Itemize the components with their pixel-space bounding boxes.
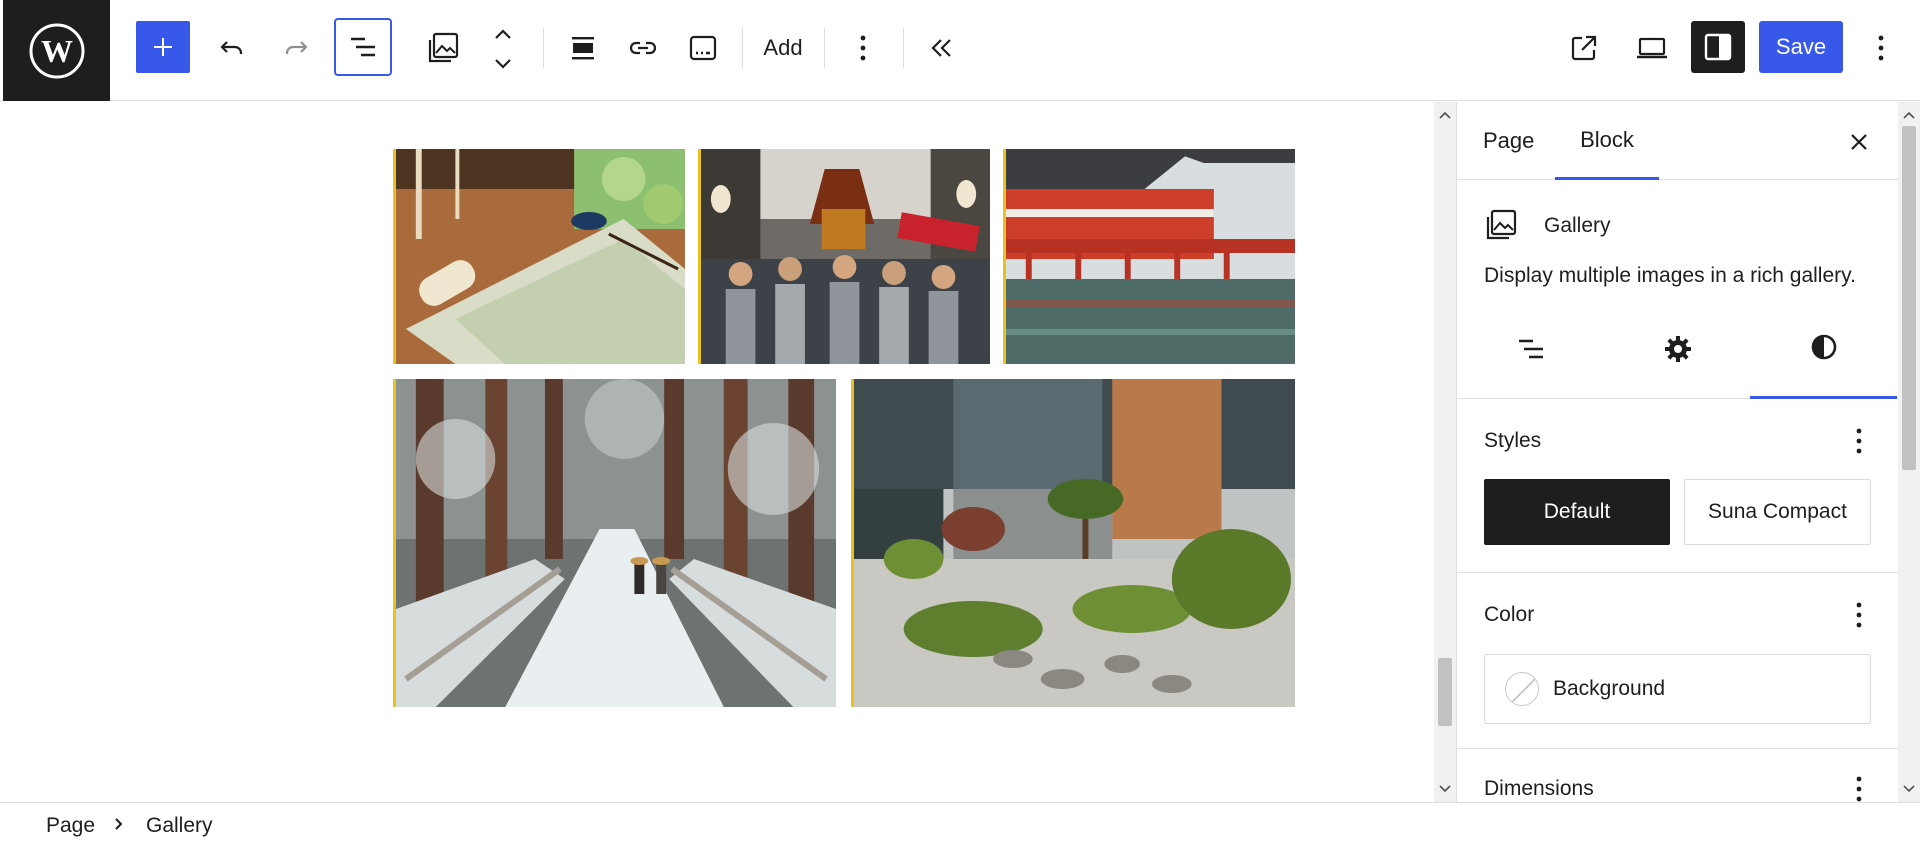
wordpress-logo-icon[interactable]: W bbox=[3, 0, 110, 101]
options-menu-button[interactable] bbox=[1866, 28, 1896, 68]
toolbar-divider bbox=[903, 28, 904, 68]
chevron-right-icon bbox=[112, 816, 126, 837]
undo-button[interactable] bbox=[212, 28, 252, 68]
style-suna-compact-button[interactable]: Suna Compact bbox=[1684, 479, 1871, 545]
tab-block[interactable]: Block bbox=[1555, 102, 1659, 180]
collapse-toolbar-button[interactable] bbox=[922, 28, 962, 68]
add-images-button[interactable]: Add bbox=[752, 30, 814, 66]
canvas-scrollbar[interactable] bbox=[1434, 102, 1456, 802]
redo-icon bbox=[285, 41, 308, 54]
list-view-icon bbox=[351, 37, 375, 57]
styles-panel-title: Styles bbox=[1484, 429, 1542, 452]
breadcrumb: Page Gallery bbox=[0, 802, 1920, 845]
toolbar-divider bbox=[824, 28, 825, 68]
link-icon bbox=[629, 41, 657, 55]
scrollbar-thumb[interactable] bbox=[1438, 658, 1452, 726]
more-vertical-icon bbox=[1856, 602, 1862, 628]
more-vertical-icon bbox=[1878, 35, 1884, 61]
color-options-button[interactable] bbox=[1841, 597, 1877, 633]
document-overview-button[interactable] bbox=[334, 18, 392, 76]
block-card: Gallery Display multiple images in a ric… bbox=[1457, 180, 1898, 298]
desktop-icon bbox=[1637, 37, 1667, 59]
block-title: Gallery bbox=[1544, 214, 1611, 237]
gear-icon bbox=[1664, 335, 1691, 362]
move-block-button[interactable] bbox=[488, 24, 518, 74]
color-panel-title: Color bbox=[1484, 603, 1535, 626]
gallery-icon bbox=[1485, 208, 1519, 247]
settings-sidebar: Page Block Gallery Display multiple imag… bbox=[1456, 102, 1898, 802]
svg-text:W: W bbox=[41, 33, 73, 69]
zen-garden-house-image[interactable] bbox=[851, 379, 1295, 707]
breadcrumb-gallery[interactable]: Gallery bbox=[146, 814, 213, 838]
scroll-up-arrow-icon[interactable] bbox=[1902, 108, 1916, 122]
list-view-icon bbox=[1518, 339, 1543, 358]
styles-options-button[interactable] bbox=[1841, 423, 1877, 459]
view-page-button[interactable] bbox=[1564, 28, 1604, 68]
scroll-down-arrow-icon[interactable] bbox=[1902, 782, 1916, 796]
dimensions-options-button[interactable] bbox=[1841, 771, 1877, 802]
align-wide-icon bbox=[572, 37, 594, 60]
festival-procession-image[interactable] bbox=[698, 149, 990, 364]
block-type-button[interactable] bbox=[422, 26, 466, 70]
color-panel: Color Background bbox=[1457, 573, 1898, 749]
save-button[interactable]: Save bbox=[1759, 21, 1843, 73]
tab-styles[interactable] bbox=[1750, 298, 1897, 399]
close-icon bbox=[1851, 134, 1867, 150]
redo-button[interactable] bbox=[276, 28, 316, 68]
toolbar-divider bbox=[742, 28, 743, 68]
caption-icon bbox=[689, 35, 717, 61]
snowy-forest-path-image[interactable] bbox=[393, 379, 836, 707]
more-vertical-icon bbox=[860, 35, 866, 61]
sidebar-scrollbar[interactable] bbox=[1898, 102, 1920, 802]
tab-settings[interactable] bbox=[1604, 298, 1751, 399]
background-color-button[interactable]: Background bbox=[1484, 654, 1871, 724]
gallery-icon bbox=[428, 32, 459, 63]
close-sidebar-button[interactable] bbox=[1841, 124, 1877, 160]
sidebar-tabs: Page Block bbox=[1457, 102, 1898, 180]
editor-toolbar: W Add Save bbox=[0, 0, 1920, 101]
dimensions-panel-title: Dimensions bbox=[1484, 777, 1594, 800]
breadcrumb-page[interactable]: Page bbox=[46, 814, 95, 838]
external-link-icon bbox=[1571, 35, 1597, 61]
link-button[interactable] bbox=[623, 28, 663, 68]
move-up-down-icon bbox=[495, 29, 511, 69]
more-vertical-icon bbox=[1856, 776, 1862, 802]
scroll-down-arrow-icon[interactable] bbox=[1438, 782, 1452, 796]
contrast-icon bbox=[1811, 334, 1836, 360]
background-label: Background bbox=[1553, 677, 1666, 700]
sidebar-icon bbox=[1704, 33, 1732, 61]
empty-color-swatch-icon bbox=[1505, 672, 1539, 706]
dimensions-panel: Dimensions bbox=[1457, 749, 1898, 802]
red-shrine-pier-image[interactable] bbox=[1003, 149, 1295, 364]
preview-device-button[interactable] bbox=[1631, 28, 1673, 68]
chevron-double-left-icon bbox=[931, 39, 951, 57]
toolbar-divider bbox=[543, 28, 544, 68]
block-options-button[interactable] bbox=[846, 28, 880, 68]
style-default-button[interactable]: Default bbox=[1484, 479, 1670, 545]
scrollbar-thumb[interactable] bbox=[1902, 126, 1916, 470]
tab-page[interactable]: Page bbox=[1483, 102, 1534, 180]
scroll-and-ink-image[interactable] bbox=[393, 149, 685, 364]
block-description: Display multiple images in a rich galler… bbox=[1484, 264, 1856, 287]
scroll-up-arrow-icon[interactable] bbox=[1438, 108, 1452, 122]
settings-sidebar-toggle[interactable] bbox=[1691, 21, 1745, 73]
styles-panel: Styles Default Suna Compact bbox=[1457, 399, 1898, 573]
add-block-button[interactable] bbox=[136, 21, 190, 73]
editor-canvas bbox=[0, 102, 1434, 802]
tab-list-view[interactable] bbox=[1457, 298, 1604, 399]
align-button[interactable] bbox=[563, 28, 603, 68]
block-inspector-tabs bbox=[1457, 298, 1898, 399]
plus-icon bbox=[154, 38, 172, 56]
undo-icon bbox=[220, 41, 243, 54]
caption-button[interactable] bbox=[683, 28, 723, 68]
more-vertical-icon bbox=[1856, 428, 1862, 454]
